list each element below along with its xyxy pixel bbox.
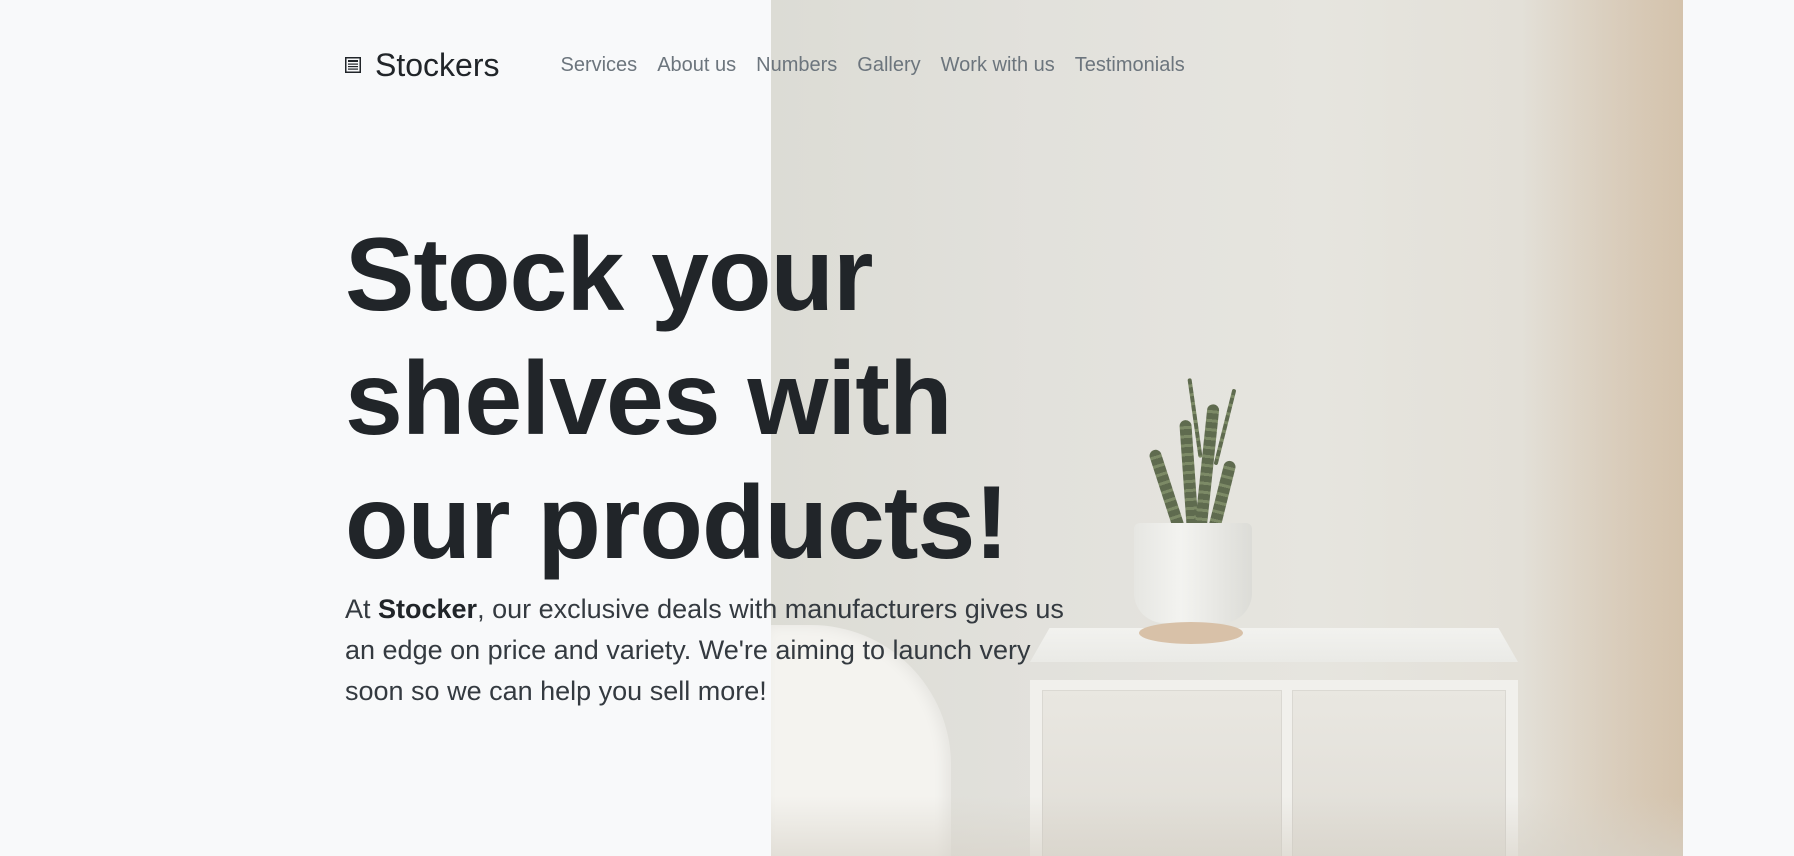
- nav-link-services[interactable]: Services: [560, 54, 637, 77]
- wall-shade: [1523, 0, 1683, 856]
- nav-links: Services About us Numbers Gallery Work w…: [560, 54, 1184, 77]
- brand-name: Stockers: [375, 47, 500, 83]
- nav-link-testimonials[interactable]: Testimonials: [1075, 54, 1185, 77]
- lead-prefix: At: [345, 594, 379, 624]
- lead-brand: Stocker: [378, 594, 478, 624]
- plant-saucer: [1139, 622, 1243, 644]
- hero-heading: Stock your shelves with our products!: [345, 217, 1009, 581]
- newspaper-icon: [345, 57, 361, 73]
- nav-link-numbers[interactable]: Numbers: [756, 54, 837, 77]
- hero-lead-text: At Stocker, our exclusive deals with man…: [345, 589, 1075, 712]
- nav-link-work-with-us[interactable]: Work with us: [941, 54, 1055, 77]
- plant-pot: [1134, 523, 1252, 623]
- cabinet-top: [1030, 628, 1518, 662]
- nav-link-gallery[interactable]: Gallery: [857, 54, 920, 77]
- floor-shade: [771, 796, 1683, 856]
- nav-link-about-us[interactable]: About us: [657, 54, 736, 77]
- brand-link[interactable]: Stockers: [345, 49, 499, 81]
- plant-stem: [1148, 448, 1186, 534]
- navbar: Stockers Services About us Numbers Galle…: [345, 40, 1185, 90]
